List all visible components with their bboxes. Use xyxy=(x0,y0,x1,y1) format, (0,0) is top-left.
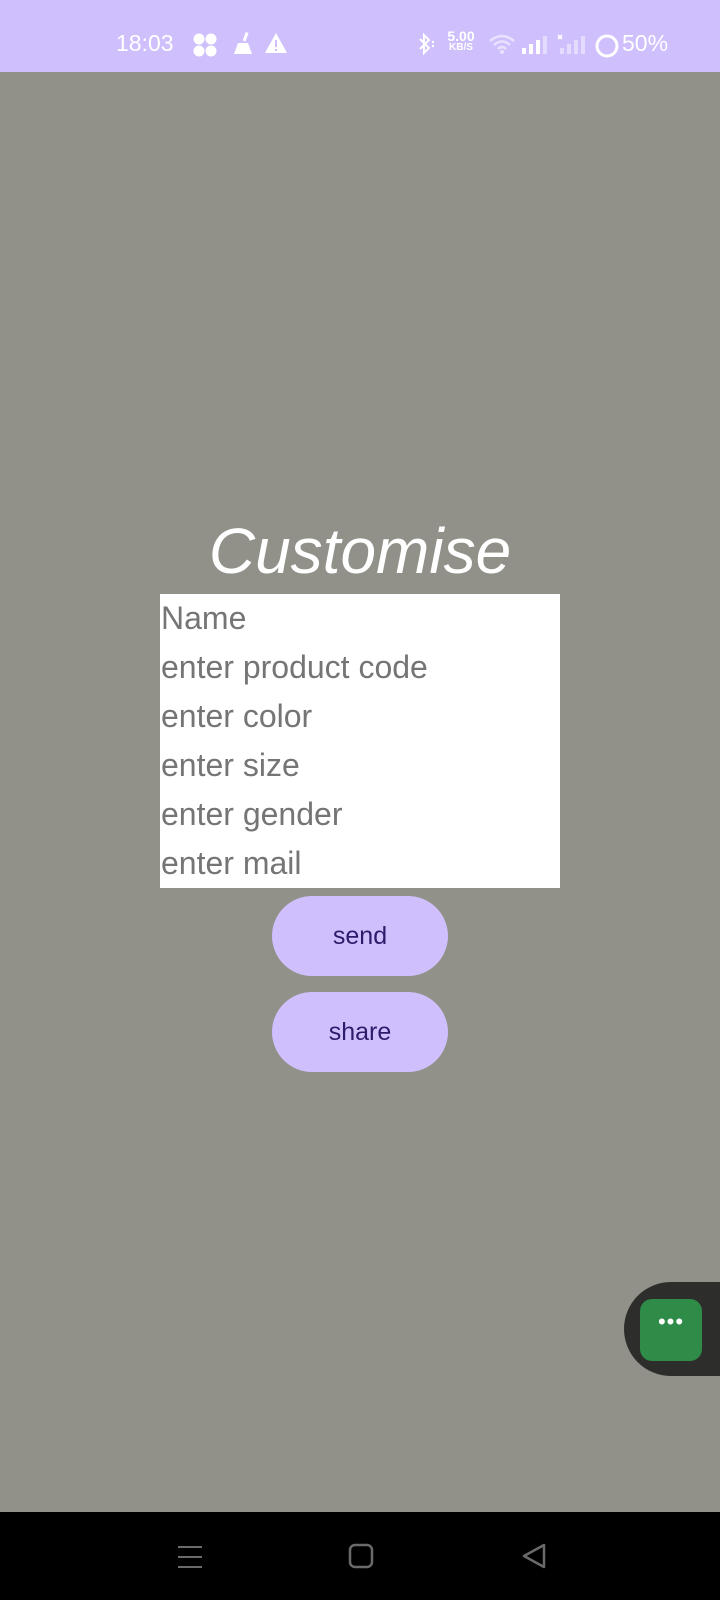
signal-no-service-icon xyxy=(556,34,586,61)
more-dots-icon: ••• xyxy=(657,1309,685,1334)
send-button[interactable]: send xyxy=(272,896,448,976)
back-icon[interactable] xyxy=(520,1542,548,1575)
network-speed-unit: KB/S xyxy=(449,42,473,53)
fan-icon xyxy=(192,32,218,63)
name-field[interactable] xyxy=(160,594,561,643)
menu-icon[interactable] xyxy=(176,1544,204,1575)
gender-field[interactable] xyxy=(160,790,561,839)
product-code-field[interactable] xyxy=(160,643,561,692)
navigation-bar xyxy=(0,1512,720,1600)
home-icon[interactable] xyxy=(348,1543,374,1574)
warning-icon xyxy=(264,32,288,59)
status-bar: 18:03 5.00 KB/S 50% xyxy=(0,0,720,72)
floating-more-button[interactable]: ••• xyxy=(640,1299,702,1361)
floating-bubble: ••• xyxy=(624,1282,720,1376)
network-speed: 5.00 KB/S xyxy=(444,28,478,53)
size-field[interactable] xyxy=(160,741,561,790)
color-field[interactable] xyxy=(160,692,561,741)
wifi-icon xyxy=(488,33,516,60)
mail-field[interactable] xyxy=(160,839,561,888)
broom-icon xyxy=(230,31,254,61)
signal-icon xyxy=(520,34,548,61)
share-button[interactable]: share xyxy=(272,992,448,1072)
page-title: Customise xyxy=(208,515,512,587)
status-time: 18:03 xyxy=(116,30,174,56)
customise-form xyxy=(160,594,561,888)
battery-percentage: 50% xyxy=(622,30,669,56)
battery-ring-icon xyxy=(594,33,620,64)
network-speed-value: 5.00 xyxy=(447,28,475,44)
bluetooth-icon xyxy=(414,32,436,60)
